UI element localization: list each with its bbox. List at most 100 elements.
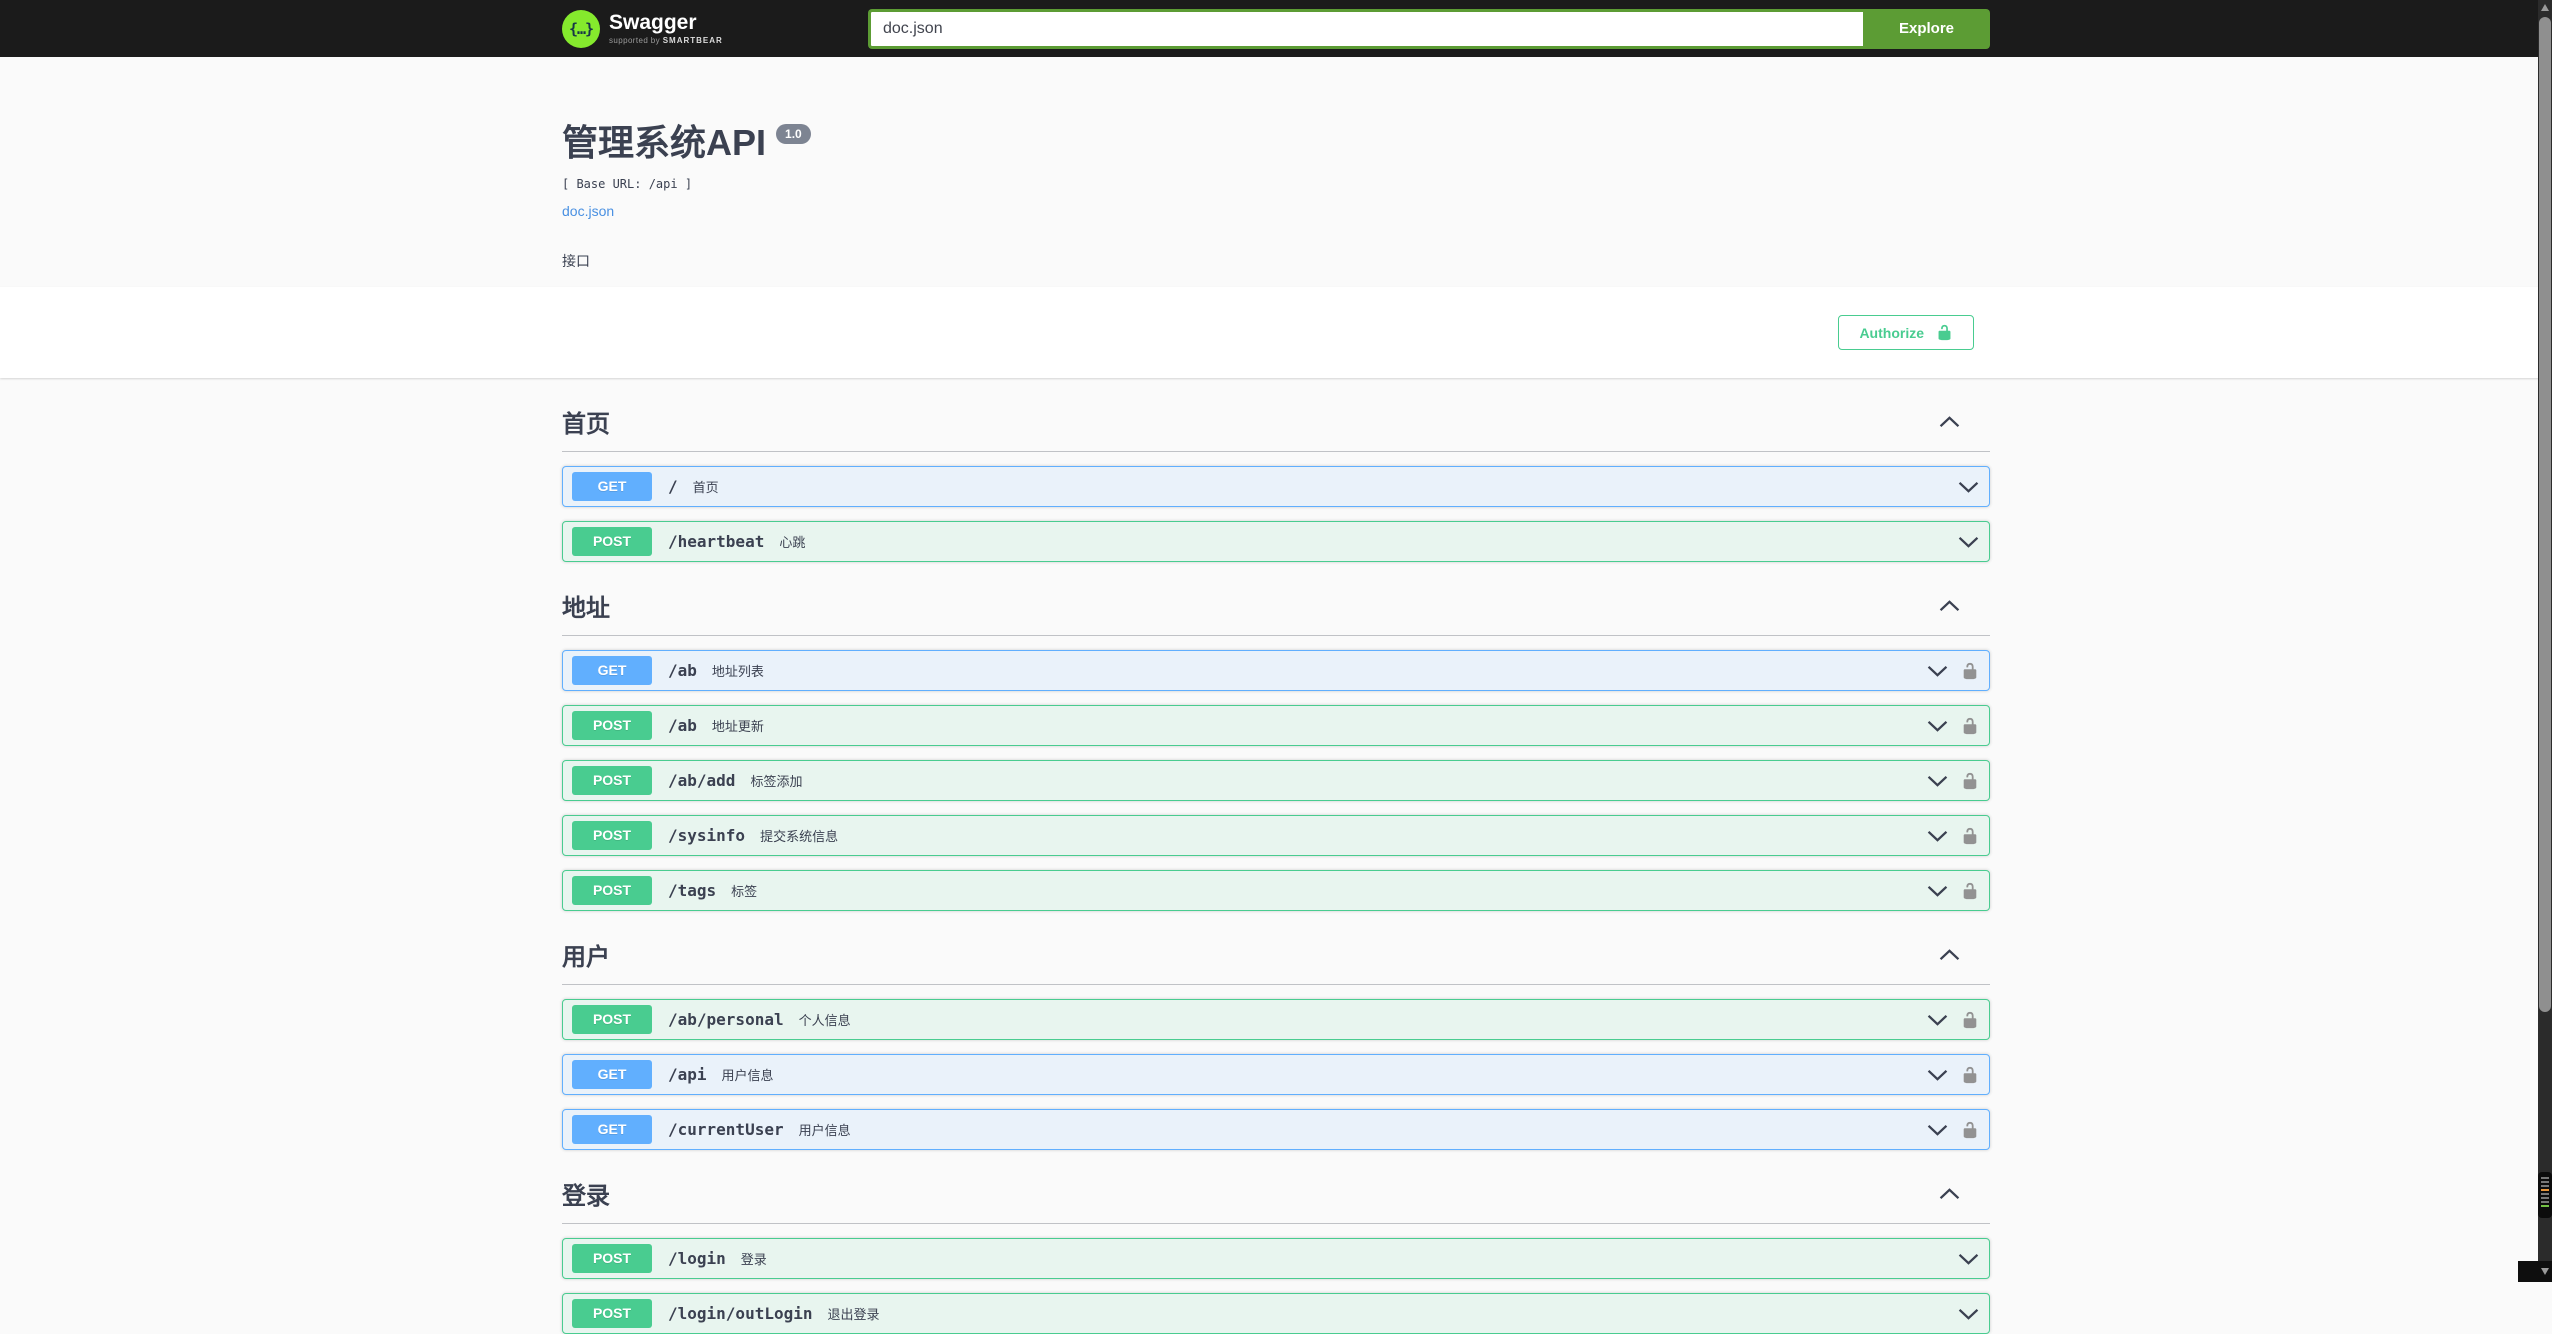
chevron-down-icon[interactable] — [1927, 830, 1948, 842]
chevron-up-icon[interactable] — [1939, 1188, 1960, 1200]
api-sections: 首页 GET / 首页 POST /heartbeat 心跳 — [562, 378, 1990, 1334]
endpoint-row[interactable]: GET /api 用户信息 — [562, 1054, 1990, 1095]
endpoint-path: /ab/add — [668, 771, 735, 790]
method-badge: GET — [572, 472, 652, 501]
explore-button[interactable]: Explore — [1863, 9, 1990, 49]
chevron-down-icon[interactable] — [1927, 885, 1948, 897]
scrollbar-thumb[interactable] — [2539, 17, 2551, 1012]
endpoint-summary: 用户信息 — [799, 1120, 851, 1139]
method-badge: POST — [572, 1005, 652, 1034]
tagline-brand: SMARTBEAR — [663, 36, 723, 45]
api-title-text: 管理系统API — [562, 121, 766, 165]
tag-title: 用户 — [562, 937, 610, 972]
lock-icon[interactable] — [1961, 827, 1979, 845]
spec-url-input[interactable] — [868, 9, 1863, 49]
chevron-down-icon[interactable] — [1927, 720, 1948, 732]
endpoint-row[interactable]: GET / 首页 — [562, 466, 1990, 507]
topbar: {…} Swagger supported by SMARTBEAR Explo… — [0, 0, 2552, 57]
method-badge: POST — [572, 1244, 652, 1273]
method-badge: POST — [572, 821, 652, 850]
method-badge: GET — [572, 1115, 652, 1144]
scrollbar-up-arrow-icon[interactable] — [2541, 4, 2549, 11]
endpoint-row[interactable]: POST /tags 标签 — [562, 870, 1990, 911]
vertical-scrollbar[interactable] — [2538, 0, 2552, 1282]
chevron-down-icon[interactable] — [1958, 1308, 1979, 1320]
tag-title: 地址 — [562, 588, 610, 623]
endpoint-summary: 标签 — [731, 881, 757, 900]
endpoint-path: /ab — [668, 661, 697, 680]
scroll-marker — [2541, 1185, 2549, 1187]
tag-title: 首页 — [562, 404, 610, 439]
endpoint-summary: 标签添加 — [750, 771, 802, 790]
scroll-marker-orange — [2541, 1189, 2549, 1191]
endpoint-row[interactable]: POST /ab/add 标签添加 — [562, 760, 1990, 801]
endpoint-path: /sysinfo — [668, 826, 745, 845]
spec-url-form: Explore — [868, 9, 1990, 49]
scrollbar-down-arrow-icon[interactable] — [2541, 1268, 2549, 1275]
chevron-up-icon[interactable] — [1939, 416, 1960, 428]
scheme-container: Authorize — [0, 287, 2552, 378]
method-badge: GET — [572, 656, 652, 685]
tag-section: 登录 POST /login 登录 POST /login/outLogin 退… — [562, 1150, 1990, 1334]
scrollbar-bottom-corner — [2518, 1261, 2552, 1282]
method-badge: POST — [572, 766, 652, 795]
lock-icon[interactable] — [1961, 717, 1979, 735]
chevron-down-icon[interactable] — [1958, 536, 1979, 548]
method-badge: POST — [572, 527, 652, 556]
endpoint-row[interactable]: POST /login 登录 — [562, 1238, 1990, 1279]
endpoint-path: /tags — [668, 881, 716, 900]
endpoint-row[interactable]: POST /login/outLogin 退出登录 — [562, 1293, 1990, 1334]
endpoint-summary: 心跳 — [779, 532, 805, 551]
chevron-down-icon[interactable] — [1927, 1014, 1948, 1026]
lock-icon[interactable] — [1961, 1011, 1979, 1029]
tag-title: 登录 — [562, 1176, 610, 1211]
method-badge: POST — [572, 876, 652, 905]
lock-icon[interactable] — [1961, 1066, 1979, 1084]
chevron-down-icon[interactable] — [1958, 481, 1979, 493]
scroll-marker — [2541, 1193, 2549, 1195]
chevron-down-icon[interactable] — [1927, 1069, 1948, 1081]
endpoint-summary: 提交系统信息 — [760, 826, 838, 845]
chevron-down-icon[interactable] — [1927, 665, 1948, 677]
api-info-section: 管理系统API 1.0 [ Base URL: /api ] doc.json … — [0, 57, 2552, 287]
unlock-icon — [1936, 324, 1953, 341]
lock-icon[interactable] — [1961, 882, 1979, 900]
scroll-marker — [2541, 1201, 2549, 1203]
endpoint-summary: 用户信息 — [722, 1065, 774, 1084]
chevron-down-icon[interactable] — [1927, 1124, 1948, 1136]
endpoint-row[interactable]: GET /currentUser 用户信息 — [562, 1109, 1990, 1150]
endpoint-summary: 首页 — [693, 477, 719, 496]
tag-header[interactable]: 地址 — [562, 562, 1990, 636]
lock-icon[interactable] — [1961, 772, 1979, 790]
endpoint-summary: 退出登录 — [828, 1304, 880, 1323]
tagline-prefix: supported by — [609, 36, 660, 45]
tag-section: 地址 GET /ab 地址列表 POST — [562, 562, 1990, 911]
chevron-up-icon[interactable] — [1939, 949, 1960, 961]
endpoint-row[interactable]: POST /sysinfo 提交系统信息 — [562, 815, 1990, 856]
lock-icon[interactable] — [1961, 662, 1979, 680]
chevron-down-icon[interactable] — [1958, 1253, 1979, 1265]
chevron-down-icon[interactable] — [1927, 775, 1948, 787]
chevron-up-icon[interactable] — [1939, 600, 1960, 612]
scroll-marker-green — [2541, 1205, 2549, 1207]
scrollbar-marker-box — [2538, 1172, 2552, 1218]
method-badge: GET — [572, 1060, 652, 1089]
endpoint-row[interactable]: GET /ab 地址列表 — [562, 650, 1990, 691]
swagger-logo: {…} Swagger supported by SMARTBEAR — [562, 10, 723, 48]
spec-doc-link[interactable]: doc.json — [562, 203, 614, 219]
tag-section: 用户 POST /ab/personal 个人信息 — [562, 911, 1990, 1150]
endpoint-path: / — [668, 477, 678, 496]
lock-icon[interactable] — [1961, 1121, 1979, 1139]
authorize-button[interactable]: Authorize — [1838, 315, 1974, 350]
tag-header[interactable]: 登录 — [562, 1150, 1990, 1224]
page-title: 管理系统API 1.0 — [562, 121, 1990, 165]
swagger-logo-icon: {…} — [562, 10, 600, 48]
tag-header[interactable]: 用户 — [562, 911, 1990, 985]
endpoint-row[interactable]: POST /ab/personal 个人信息 — [562, 999, 1990, 1040]
swagger-logo-text: Swagger — [609, 12, 723, 33]
tag-header[interactable]: 首页 — [562, 378, 1990, 452]
endpoint-row[interactable]: POST /ab 地址更新 — [562, 705, 1990, 746]
endpoint-row[interactable]: POST /heartbeat 心跳 — [562, 521, 1990, 562]
tag-section: 首页 GET / 首页 POST /heartbeat 心跳 — [562, 378, 1990, 562]
version-badge: 1.0 — [776, 124, 811, 144]
